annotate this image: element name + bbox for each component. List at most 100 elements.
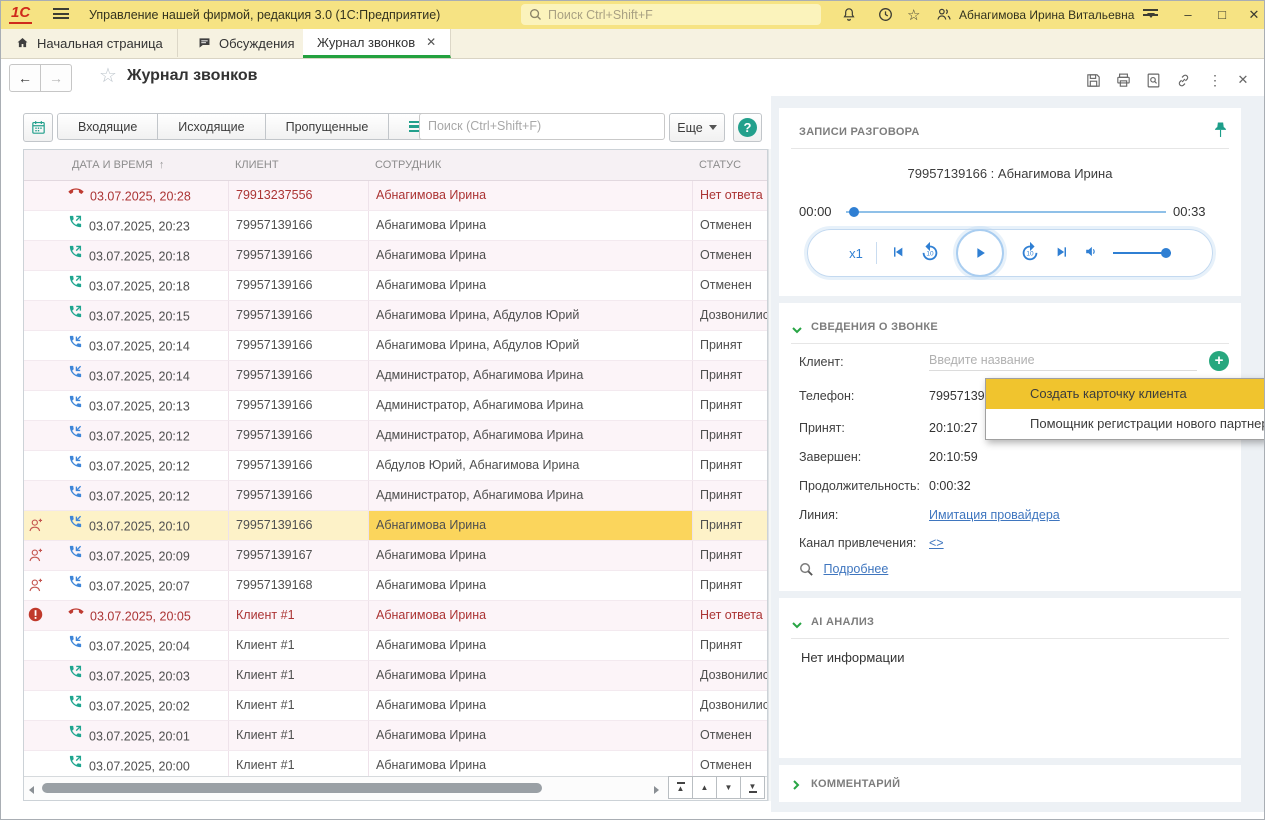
- cell-datetime[interactable]: 03.07.2025, 20:10: [50, 511, 228, 540]
- more-actions-button[interactable]: ⋮: [1205, 72, 1225, 90]
- cell-datetime[interactable]: 03.07.2025, 20:23: [50, 211, 228, 240]
- notifications-bell-icon[interactable]: [841, 6, 861, 24]
- line-link[interactable]: Имитация провайдера: [929, 508, 1060, 522]
- cell-client[interactable]: 79957139166: [228, 301, 376, 330]
- cell-employee[interactable]: Абнагимова Ирина, Абдулов Юрий: [368, 301, 693, 330]
- column-datetime[interactable]: ДАТА И ВРЕМЯ ↑: [72, 150, 164, 180]
- seek-thumb[interactable]: [849, 207, 859, 217]
- get-link-button[interactable]: [1173, 72, 1193, 90]
- cell-datetime[interactable]: 03.07.2025, 20:18: [50, 271, 228, 300]
- tab-discussions[interactable]: Обсуждения: [183, 29, 310, 57]
- global-search-input[interactable]: Поиск Ctrl+Shift+F: [521, 4, 821, 25]
- volume-thumb[interactable]: [1161, 248, 1171, 258]
- history-icon[interactable]: [877, 6, 897, 24]
- cell-client[interactable]: 79957139166: [228, 481, 376, 510]
- table-row[interactable]: 03.07.2025, 20:14 79957139166 Администра…: [24, 361, 767, 391]
- cell-status[interactable]: Принят: [692, 631, 767, 660]
- column-status[interactable]: СТАТУС: [699, 150, 741, 180]
- cell-client[interactable]: Клиент #1: [228, 661, 376, 690]
- tab-home[interactable]: Начальная страница: [1, 29, 178, 57]
- main-menu-icon[interactable]: [53, 8, 69, 21]
- cell-client[interactable]: 79957139166: [228, 421, 376, 450]
- go-first-row-button[interactable]: ▲: [668, 776, 693, 799]
- go-last-row-button[interactable]: ▼: [740, 776, 765, 799]
- client-input[interactable]: Введите название: [929, 353, 1197, 371]
- cell-status[interactable]: Отменен: [692, 721, 767, 750]
- create-client-button[interactable]: +: [1209, 351, 1229, 371]
- menu-item[interactable]: Создать карточку клиента: [986, 379, 1265, 409]
- cell-datetime[interactable]: 03.07.2025, 20:13: [50, 391, 228, 420]
- cell-client[interactable]: Клиент #1: [228, 601, 376, 630]
- filter-button[interactable]: Пропущенные: [266, 113, 390, 140]
- filter-button[interactable]: Исходящие: [158, 113, 265, 140]
- table-row[interactable]: 03.07.2025, 20:18 79957139166 Абнагимова…: [24, 271, 767, 301]
- cell-status[interactable]: Нет ответа: [692, 181, 767, 210]
- volume-slider[interactable]: [1113, 248, 1171, 258]
- cell-employee[interactable]: Абнагимова Ирина: [368, 751, 693, 777]
- cell-employee[interactable]: Абнагимова Ирина, Абдулов Юрий: [368, 331, 693, 360]
- cell-status[interactable]: Нет ответа: [692, 601, 767, 630]
- cell-client[interactable]: 79957139166: [228, 241, 376, 270]
- play-button[interactable]: [956, 229, 1004, 277]
- column-client[interactable]: КЛИЕНТ: [235, 150, 279, 180]
- cell-employee[interactable]: Администратор, Абнагимова Ирина: [368, 481, 693, 510]
- cell-status[interactable]: Отменен: [692, 271, 767, 300]
- cell-datetime[interactable]: 03.07.2025, 20:09: [50, 541, 228, 570]
- set-period-button[interactable]: [23, 113, 53, 142]
- cell-employee[interactable]: Абнагимова Ирина: [368, 511, 693, 540]
- cell-client[interactable]: Клиент #1: [228, 751, 376, 777]
- tab-call-journal[interactable]: Журнал звонков ✕: [303, 29, 451, 58]
- go-previous-row-button[interactable]: ▲: [692, 776, 717, 799]
- table-row[interactable]: 03.07.2025, 20:12 79957139166 Администра…: [24, 421, 767, 451]
- more-button[interactable]: Еще: [669, 113, 725, 142]
- cell-client[interactable]: Клиент #1: [228, 691, 376, 720]
- cell-client[interactable]: 79957139167: [228, 541, 376, 570]
- go-next-row-button[interactable]: ▼: [716, 776, 741, 799]
- table-row[interactable]: 03.07.2025, 20:15 79957139166 Абнагимова…: [24, 301, 767, 331]
- close-window-button[interactable]: ✕: [1243, 6, 1265, 24]
- cell-datetime[interactable]: 03.07.2025, 20:04: [50, 631, 228, 660]
- users-icon[interactable]: [935, 6, 955, 24]
- cell-status[interactable]: Дозвонились: [692, 661, 767, 690]
- cell-client[interactable]: 79957139166: [228, 511, 376, 540]
- current-user-name[interactable]: Абнагимова Ирина Витальевна: [959, 8, 1134, 22]
- cell-employee[interactable]: Абнагимова Ирина: [368, 541, 693, 570]
- cell-client[interactable]: Клиент #1: [228, 631, 376, 660]
- cell-status[interactable]: Отменен: [692, 241, 767, 270]
- column-employee[interactable]: СОТРУДНИК: [375, 150, 441, 180]
- scroll-right-arrow[interactable]: [654, 786, 659, 794]
- collapse-ai-icon[interactable]: [792, 618, 802, 632]
- cell-client[interactable]: 79957139166: [228, 391, 376, 420]
- cell-status[interactable]: Принят: [692, 511, 767, 540]
- table-row[interactable]: 03.07.2025, 20:04 Клиент #1 Абнагимова И…: [24, 631, 767, 661]
- cell-status[interactable]: Принят: [692, 391, 767, 420]
- table-row[interactable]: 03.07.2025, 20:23 79957139166 Абнагимова…: [24, 211, 767, 241]
- playback-speed-button[interactable]: x1: [849, 246, 863, 261]
- volume-icon[interactable]: [1083, 243, 1100, 263]
- help-button[interactable]: ?: [733, 113, 762, 142]
- cell-datetime[interactable]: 03.07.2025, 20:00: [50, 751, 228, 777]
- scrollbar-thumb[interactable]: [42, 783, 542, 793]
- close-form-button[interactable]: ✕: [1233, 72, 1253, 90]
- cell-status[interactable]: Принят: [692, 361, 767, 390]
- table-row[interactable]: 03.07.2025, 20:05 Клиент #1 Абнагимова И…: [24, 601, 767, 631]
- save-button[interactable]: [1083, 72, 1103, 90]
- menu-item[interactable]: Помощник регистрации нового партнера: [986, 409, 1265, 439]
- favorites-star-icon[interactable]: ☆: [907, 6, 927, 24]
- scroll-left-arrow[interactable]: [29, 786, 34, 794]
- cell-datetime[interactable]: 03.07.2025, 20:28: [50, 181, 228, 210]
- cell-employee[interactable]: Абнагимова Ирина: [368, 661, 693, 690]
- cell-client[interactable]: 79957139166: [228, 211, 376, 240]
- cell-datetime[interactable]: 03.07.2025, 20:12: [50, 451, 228, 480]
- cell-datetime[interactable]: 03.07.2025, 20:14: [50, 361, 228, 390]
- cell-employee[interactable]: Абнагимова Ирина: [368, 721, 693, 750]
- expand-comment-icon[interactable]: [793, 779, 800, 793]
- list-search-input[interactable]: Поиск (Ctrl+Shift+F): [419, 113, 665, 140]
- cell-employee[interactable]: Администратор, Абнагимова Ирина: [368, 391, 693, 420]
- minimize-button[interactable]: –: [1177, 6, 1199, 24]
- cell-employee[interactable]: Абнагимова Ирина: [368, 181, 693, 210]
- cell-datetime[interactable]: 03.07.2025, 20:07: [50, 571, 228, 600]
- table-row[interactable]: 03.07.2025, 20:18 79957139166 Абнагимова…: [24, 241, 767, 271]
- table-row[interactable]: 03.07.2025, 20:07 79957139168 Абнагимова…: [24, 571, 767, 601]
- cell-datetime[interactable]: 03.07.2025, 20:12: [50, 421, 228, 450]
